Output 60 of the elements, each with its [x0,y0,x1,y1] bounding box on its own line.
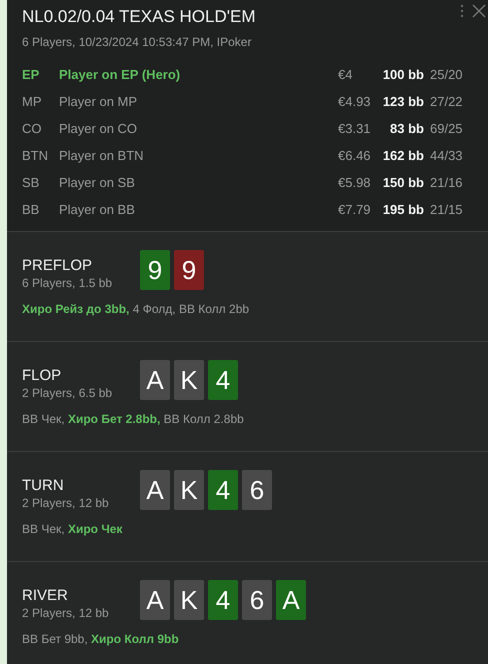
hand-subtitle: 6 Players, 10/23/2024 10:53:47 PM, IPoker [22,35,252,49]
playing-card: 4 [208,360,238,400]
player-money: €7.79 [338,201,372,219]
player-position: SB [22,174,40,192]
player-stack: 100 bb [382,66,425,84]
player-money: €4 [338,66,354,84]
playing-card: A [140,360,170,400]
player-name: Player on BTN [59,147,145,165]
player-stats: 44/33 [430,147,464,165]
player-position: BTN [22,147,49,165]
more-icon[interactable] [460,4,464,18]
playing-card: 4 [208,580,238,620]
street-actions: BB Бет 9bb, Хиро Колл 9bb [22,632,180,646]
playing-card: K [174,360,204,400]
player-stats: 25/20 [430,66,464,84]
player-name: Player on SB [59,174,136,192]
playing-card: A [276,580,306,620]
player-name: Player on MP [59,93,138,111]
player-name: Player on CO [59,120,138,138]
player-money: €6.46 [338,147,372,165]
player-position: MP [22,93,42,111]
player-stack: 162 bb [382,147,425,165]
player-stack: 83 bb [389,120,425,138]
street-info: 2 Players, 12 bb [22,606,110,620]
player-name: Player on EP (Hero) [59,66,182,84]
player-money: €3.31 [338,120,372,138]
street-info: 2 Players, 12 bb [22,496,110,510]
playing-card: 9 [140,250,170,290]
player-stats: 69/25 [430,120,464,138]
player-money: €5.98 [338,174,372,192]
close-icon[interactable] [472,4,486,18]
playing-card: A [140,580,170,620]
player-stack: 195 bb [382,201,425,219]
playing-card: 4 [208,470,238,510]
player-money: €4.93 [338,93,372,111]
playing-card: K [174,580,204,620]
street-name: FLOP [22,366,62,386]
player-position: CO [22,120,42,138]
player-name: Player on BB [59,201,136,219]
player-stats: 27/22 [430,93,464,111]
street-actions: BB Чек, Хиро Чек [22,522,124,536]
street-name: RIVER [22,586,69,606]
hand-title: NL0.02/0.04 TEXAS HOLD'EM [22,6,256,28]
player-stack: 150 bb [382,174,425,192]
street-name: PREFLOP [22,256,94,276]
street-actions: Хиро Рейз до 3bb, 4 Фолд, BB Колл 2bb [22,302,250,316]
street-info: 2 Players, 6.5 bb [22,386,114,400]
playing-card: K [174,470,204,510]
playing-card: 6 [242,470,272,510]
street-actions: BB Чек, Хиро Бет 2.8bb, BB Колл 2.8bb [22,412,245,426]
player-position: EP [22,66,40,84]
street-info: 6 Players, 1.5 bb [22,276,114,290]
playing-card: 6 [242,580,272,620]
playing-card: 9 [174,250,204,290]
player-stats: 21/16 [430,174,464,192]
playing-card: A [140,470,170,510]
player-stack: 123 bb [382,93,425,111]
player-position: BB [22,201,40,219]
street-name: TURN [22,476,65,496]
player-stats: 21/15 [430,201,464,219]
